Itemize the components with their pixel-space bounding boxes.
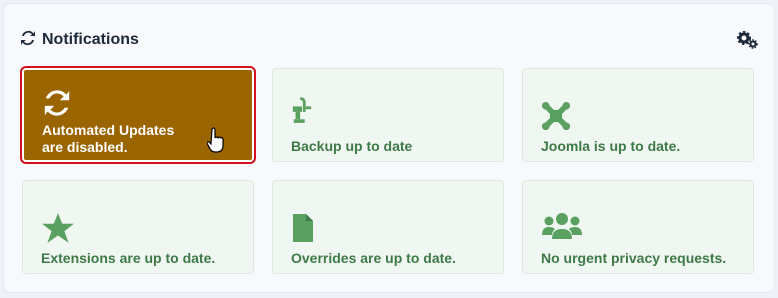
tile-label: Automated Updates are disabled. bbox=[42, 122, 175, 155]
tile-label: No urgent privacy requests. bbox=[541, 250, 727, 266]
gears-icon[interactable] bbox=[736, 30, 758, 50]
star-icon bbox=[41, 211, 75, 250]
sync-icon bbox=[20, 30, 36, 51]
tile-label: Extensions are up to date. bbox=[41, 250, 216, 266]
module-title: Notifications bbox=[20, 30, 139, 51]
tile-label: Overrides are up to date. bbox=[291, 250, 456, 266]
file-icon bbox=[291, 212, 315, 249]
joomla-logo-icon bbox=[541, 101, 571, 136]
tile-label: Backup up to date bbox=[291, 138, 413, 154]
tile-label: Joomla is up to date. bbox=[541, 138, 681, 154]
backup-icon bbox=[291, 95, 313, 132]
tile-extensions[interactable]: Extensions are up to date. bbox=[22, 180, 254, 274]
users-icon bbox=[541, 211, 583, 246]
module-header: Notifications bbox=[20, 28, 758, 52]
tile-backup[interactable]: Backup up to date bbox=[272, 68, 504, 162]
module-title-text: Notifications bbox=[42, 31, 139, 48]
tile-joomla[interactable]: Joomla is up to date. bbox=[522, 68, 754, 162]
sync-icon bbox=[42, 88, 72, 123]
tile-privacy[interactable]: No urgent privacy requests. bbox=[522, 180, 754, 274]
tile-overrides[interactable]: Overrides are up to date. bbox=[272, 180, 504, 274]
hand-pointer-icon bbox=[206, 127, 225, 153]
